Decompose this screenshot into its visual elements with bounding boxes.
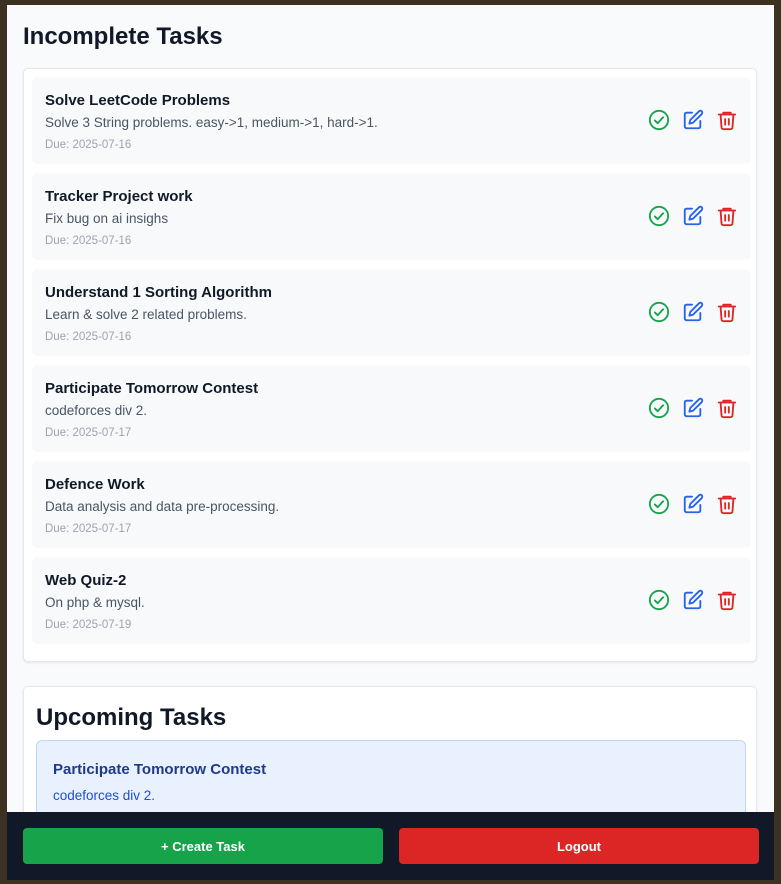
task-actions: [648, 589, 738, 611]
task-item: Understand 1 Sorting Algorithm Learn & s…: [32, 269, 750, 356]
task-due-date: Due: 2025-07-16: [45, 235, 132, 247]
check-circle-icon[interactable]: [648, 205, 670, 227]
check-circle-icon[interactable]: [648, 109, 670, 131]
app-frame: Incomplete Tasks Solve LeetCode Problems…: [7, 5, 774, 880]
task-item: Tracker Project work Fix bug on ai insig…: [32, 173, 750, 260]
task-item: Solve LeetCode Problems Solve 3 String p…: [32, 77, 750, 164]
bottom-action-bar: + Create Task Logout: [7, 812, 774, 880]
logout-button[interactable]: Logout: [399, 828, 759, 864]
edit-icon[interactable]: [682, 493, 704, 515]
task-description: On php & mysql.: [45, 595, 145, 610]
task-actions: [648, 397, 738, 419]
task-due-date: Due: 2025-07-19: [45, 619, 132, 631]
trash-icon[interactable]: [716, 109, 738, 131]
task-description: Solve 3 String problems. easy->1, medium…: [45, 115, 378, 130]
task-item: Web Quiz-2 On php & mysql. Due: 2025-07-…: [32, 557, 750, 644]
check-circle-icon[interactable]: [648, 301, 670, 323]
task-actions: [648, 205, 738, 227]
upcoming-task-title: Participate Tomorrow Contest: [53, 761, 267, 778]
task-title: Web Quiz-2: [45, 572, 127, 589]
task-title: Defence Work: [45, 476, 145, 493]
trash-icon[interactable]: [716, 301, 738, 323]
check-circle-icon[interactable]: [648, 397, 670, 419]
task-description: codeforces div 2.: [45, 403, 148, 418]
trash-icon[interactable]: [716, 397, 738, 419]
task-actions: [648, 301, 738, 323]
task-title: Understand 1 Sorting Algorithm: [45, 284, 272, 301]
task-description: Data analysis and data pre-processing.: [45, 499, 280, 514]
task-item: Participate Tomorrow Contest codeforces …: [32, 365, 750, 452]
edit-icon[interactable]: [682, 589, 704, 611]
task-item: Defence Work Data analysis and data pre-…: [32, 461, 750, 548]
task-due-date: Due: 2025-07-16: [45, 331, 132, 343]
incomplete-tasks-heading: Incomplete Tasks: [23, 23, 223, 50]
edit-icon[interactable]: [682, 109, 704, 131]
upcoming-task-description: codeforces div 2.: [53, 788, 156, 803]
task-title: Solve LeetCode Problems: [45, 92, 231, 109]
task-description: Learn & solve 2 related problems.: [45, 307, 247, 322]
task-title: Participate Tomorrow Contest: [45, 380, 259, 397]
task-actions: [648, 493, 738, 515]
task-due-date: Due: 2025-07-17: [45, 427, 132, 439]
task-due-date: Due: 2025-07-16: [45, 139, 132, 151]
check-circle-icon[interactable]: [648, 493, 670, 515]
task-actions: [648, 109, 738, 131]
edit-icon[interactable]: [682, 205, 704, 227]
trash-icon[interactable]: [716, 205, 738, 227]
edit-icon[interactable]: [682, 301, 704, 323]
trash-icon[interactable]: [716, 493, 738, 515]
incomplete-tasks-panel: Solve LeetCode Problems Solve 3 String p…: [23, 68, 757, 662]
task-due-date: Due: 2025-07-17: [45, 523, 132, 535]
trash-icon[interactable]: [716, 589, 738, 611]
edit-icon[interactable]: [682, 397, 704, 419]
task-description: Fix bug on ai insighs: [45, 211, 169, 226]
task-title: Tracker Project work: [45, 188, 193, 205]
check-circle-icon[interactable]: [648, 589, 670, 611]
create-task-button[interactable]: + Create Task: [23, 828, 383, 864]
upcoming-tasks-heading: Upcoming Tasks: [36, 704, 227, 731]
